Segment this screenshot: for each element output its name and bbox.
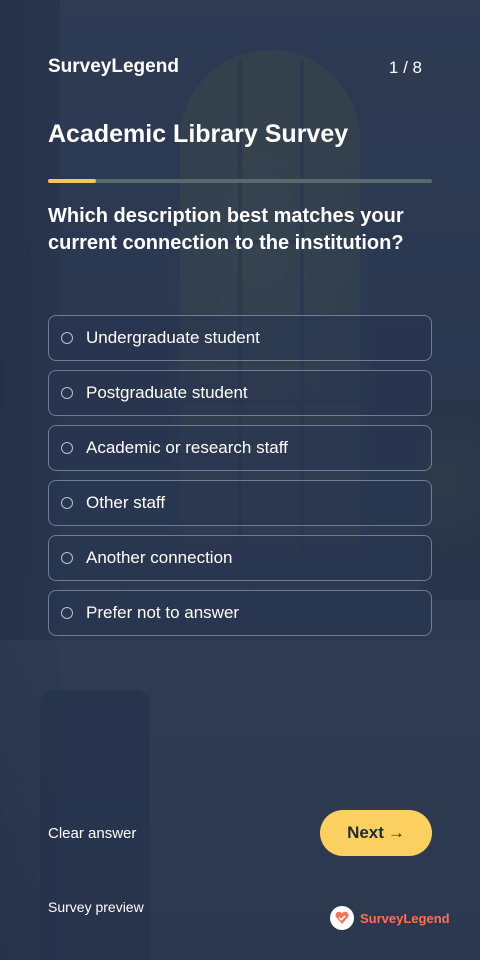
answer-option-label: Other staff	[86, 493, 166, 512]
answer-option-label: Undergraduate student	[86, 328, 260, 347]
progress-bar-fill	[48, 179, 96, 183]
survey-preview-label: Survey preview	[48, 899, 144, 915]
surveylegend-logo-icon	[330, 906, 354, 930]
question-counter: 1 / 8	[388, 58, 422, 77]
radio-button-icon[interactable]	[61, 442, 73, 454]
radio-button-icon[interactable]	[61, 497, 73, 509]
radio-button-icon[interactable]	[61, 387, 73, 399]
radio-button-icon[interactable]	[61, 607, 73, 619]
progress-bar	[48, 179, 432, 183]
answer-option[interactable]: Postgraduate student	[48, 370, 432, 416]
answer-option-label: Postgraduate student	[86, 383, 248, 402]
answer-option-label: Academic or research staff	[86, 438, 288, 457]
answer-option-label: Prefer not to answer	[86, 603, 240, 622]
answer-options: Undergraduate student Postgraduate studen…	[48, 315, 432, 645]
clear-answer-link[interactable]: Clear answer	[48, 825, 136, 842]
answer-option[interactable]: Undergraduate student	[48, 315, 432, 361]
footer-brand[interactable]: SurveyLegend	[330, 906, 450, 930]
survey-title: Academic Library Survey	[48, 120, 349, 148]
arrow-right-icon: →	[387, 823, 405, 842]
survey-screen: SurveyLegend 1 / 8 Academic Library Surv…	[0, 0, 480, 960]
answer-option[interactable]: Academic or research staff	[48, 425, 432, 471]
question-text: Which description best matches your curr…	[48, 205, 404, 254]
radio-button-icon[interactable]	[61, 552, 73, 564]
answer-option[interactable]: Another connection	[48, 535, 432, 581]
next-button-label: Next	[347, 823, 384, 842]
brand-wordmark: SurveyLegend	[360, 910, 450, 926]
answer-option[interactable]: Prefer not to answer	[48, 590, 432, 636]
radio-button-icon[interactable]	[61, 332, 73, 344]
answer-option[interactable]: Other staff	[48, 480, 432, 526]
brand-name: SurveyLegend	[48, 56, 179, 77]
next-button[interactable]: Next →	[320, 810, 432, 856]
answer-option-label: Another connection	[86, 548, 233, 567]
